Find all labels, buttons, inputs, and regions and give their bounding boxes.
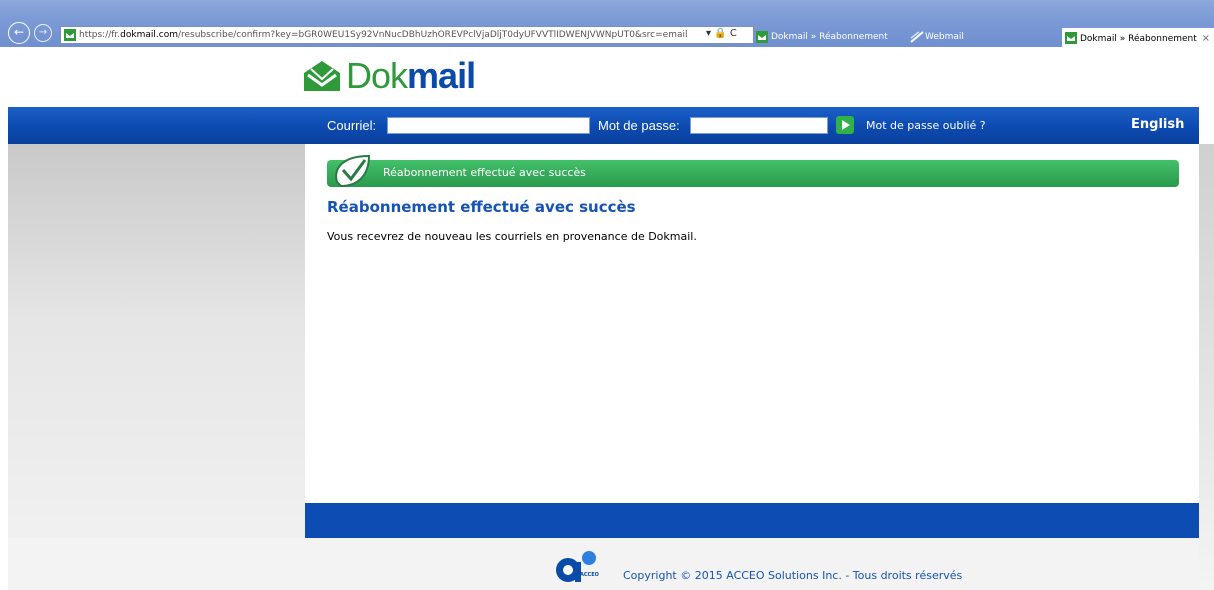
browser-chrome: ← → https://fr.dokmail.com/resubscribe/c… — [0, 0, 1214, 52]
envelope-logo-icon — [304, 61, 340, 91]
copyright-text: Copyright © 2015 ACCEO Solutions Inc. - … — [623, 569, 963, 582]
email-label: Courriel: — [327, 118, 377, 133]
back-button[interactable]: ← — [8, 22, 30, 44]
acceo-logo-text: ACCEO — [580, 572, 599, 578]
tab-webmail[interactable]: Webmail — [907, 27, 1057, 47]
bottom-background — [8, 538, 1199, 590]
dokmail-favicon-icon — [756, 31, 768, 43]
page-title: Réabonnement effectué avec succès — [327, 198, 636, 216]
dokmail-favicon-icon — [64, 29, 76, 41]
webmail-favicon-icon — [910, 31, 924, 43]
close-tab-icon[interactable]: × — [1202, 28, 1210, 50]
checkmark-leaf-icon — [335, 154, 371, 188]
login-go-button[interactable] — [836, 116, 854, 134]
forgot-password-link[interactable]: Mot de passe oublié ? — [866, 119, 986, 132]
address-bar-icons[interactable]: ▾ 🔒 C — [706, 28, 737, 39]
password-input[interactable] — [690, 117, 828, 134]
left-background — [8, 144, 305, 590]
logo-text: Dokmail — [346, 55, 476, 96]
dokmail-favicon-icon — [1065, 32, 1077, 44]
url-path: /resubscribe/confirm?key=bGR0WEU1Sy92VnN… — [177, 30, 688, 40]
tab-dokmail-reabonnement-active[interactable]: Dokmail » Réabonnement × — [1062, 28, 1214, 50]
tab-label: Webmail — [925, 32, 964, 42]
forward-button[interactable]: → — [34, 24, 52, 42]
email-input[interactable] — [387, 117, 590, 134]
footer-band — [305, 503, 1199, 538]
tab-label: Dokmail » Réabonnement — [771, 32, 888, 42]
url-host: dokmail.com — [120, 30, 178, 40]
tab-label: Dokmail » Réabonnement — [1080, 34, 1197, 44]
success-banner: Réabonnement effectué avec succès — [327, 154, 1179, 188]
english-link[interactable]: English — [1131, 117, 1184, 132]
right-background — [1199, 144, 1214, 590]
dokmail-logo[interactable]: Dokmail — [302, 55, 476, 96]
address-bar[interactable]: https://fr.dokmail.com/resubscribe/confi… — [60, 26, 754, 44]
url-prefix: https://fr. — [79, 30, 121, 40]
tab-dokmail-reabonnement[interactable]: Dokmail » Réabonnement — [753, 27, 903, 47]
password-label: Mot de passe: — [598, 118, 680, 133]
confirmation-message: Vous recevrez de nouveau les courriels e… — [327, 230, 697, 243]
banner-text: Réabonnement effectué avec succès — [383, 166, 586, 179]
main-content: Réabonnement effectué avec succès Réabon… — [305, 144, 1199, 504]
login-bar: Courriel: Mot de passe: Mot de passe oub… — [8, 107, 1199, 144]
